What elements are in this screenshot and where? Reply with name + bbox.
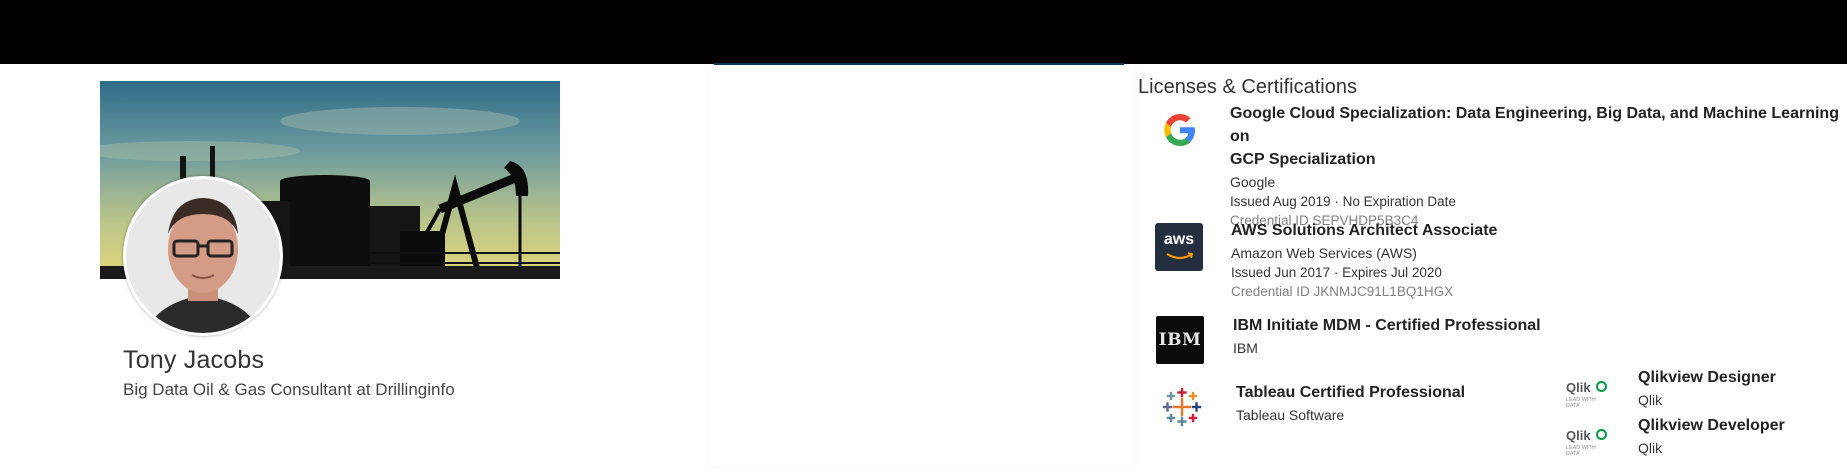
tableau-logo-icon [1162, 387, 1202, 432]
cert-item-tableau[interactable]: Tableau Certified Professional Tableau S… [1162, 381, 1542, 437]
google-logo-icon [1162, 112, 1198, 153]
cert-issuer: Qlik [1638, 440, 1663, 456]
profile-name[interactable]: Tony Jacobs [123, 346, 264, 375]
qlik-logo-text: Qlik [1566, 428, 1591, 443]
profile-avatar[interactable] [123, 176, 283, 336]
cert-name-line2[interactable]: GCP Specialization [1230, 148, 1844, 171]
ibm-logo-icon: IBM [1156, 316, 1204, 364]
ibm-logo-text: IBM [1158, 330, 1202, 350]
qlik-q-mark [1596, 381, 1607, 392]
profile-headline: Big Data Oil & Gas Consultant at Drillin… [123, 380, 455, 399]
cert-credential-id: Credential ID JKNMJC91L1BQ1HGX [1231, 284, 1454, 299]
cert-dates: Issued Aug 2019 · No Expiration Date [1230, 194, 1456, 209]
cert-name[interactable]: Qlikview Developer [1638, 414, 1785, 437]
cert-dates: Issued Jun 2017 · Expires Jul 2020 [1231, 265, 1442, 280]
qlik-logo-icon: Qlik LEAD WITH DATA [1565, 380, 1611, 409]
cert-issuer: Qlik [1638, 392, 1663, 408]
cert-name[interactable]: Tableau Certified Professional [1236, 381, 1465, 404]
qlik-logo-icon: Qlik LEAD WITH DATA [1565, 428, 1611, 457]
qlik-logo-text: Qlik [1566, 380, 1591, 395]
center-panel-accent-line [714, 63, 1124, 65]
top-black-bar [0, 0, 1847, 64]
cert-issuer: Amazon Web Services (AWS) [1231, 245, 1417, 261]
cert-issuer: Tableau Software [1236, 407, 1345, 423]
cert-item-google[interactable]: Google Cloud Specialization: Data Engine… [1154, 102, 1844, 228]
aws-logo-icon: aws [1155, 223, 1203, 271]
aws-logo-text: aws [1163, 231, 1195, 248]
cert-issuer: IBM [1233, 340, 1258, 356]
center-blank-panel [710, 66, 1134, 466]
qlik-logo-tagline: LEAD WITH DATA [1566, 397, 1596, 409]
section-title: Licenses & Certifications [1138, 76, 1357, 98]
cert-item-qlik-designer[interactable]: Qlik LEAD WITH DATA Qlikview Designer Ql… [1565, 366, 1835, 412]
cert-name[interactable]: IBM Initiate MDM - Certified Professiona… [1233, 314, 1541, 337]
cert-item-ibm[interactable]: IBM IBM Initiate MDM - Certified Profess… [1156, 314, 1756, 370]
qlik-logo-tagline: LEAD WITH DATA [1566, 445, 1596, 457]
qlik-q-mark [1596, 429, 1607, 440]
cert-name[interactable]: AWS Solutions Architect Associate [1231, 219, 1497, 242]
cert-issuer: Google [1230, 174, 1276, 190]
cert-name[interactable]: Qlikview Designer [1638, 366, 1776, 389]
cert-name[interactable]: Google Cloud Specialization: Data Engine… [1230, 102, 1844, 148]
cert-item-aws[interactable]: aws AWS Solutions Architect Associate Am… [1154, 219, 1754, 299]
cert-item-qlik-developer[interactable]: Qlik LEAD WITH DATA Qlikview Developer Q… [1565, 414, 1835, 460]
